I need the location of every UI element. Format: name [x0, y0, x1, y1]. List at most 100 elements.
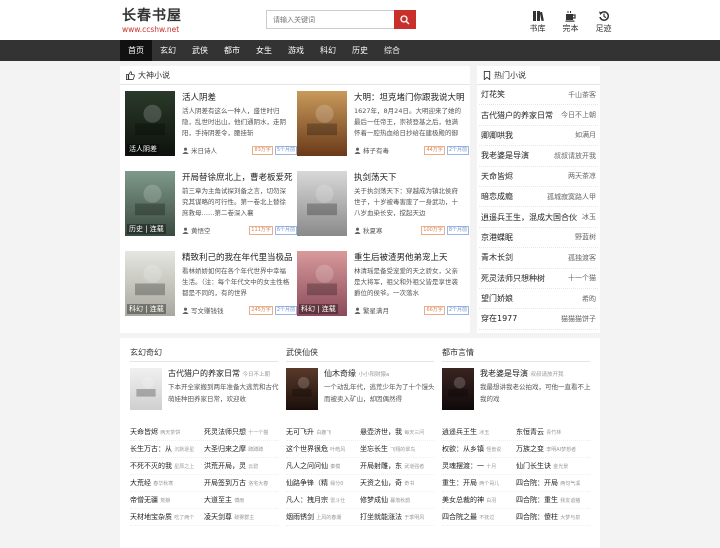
category-item[interactable]: 开局射雕，东 武道强者 [360, 461, 434, 471]
nav-item-nvsheng[interactable]: 女生 [248, 40, 280, 61]
book-card[interactable]: 大明：坦克堵门你跟我说大明 1627年，8月24日。大明迎来了她的最后一任帝王，崇… [297, 91, 469, 161]
book-cover[interactable]: 历史 | 连载 [125, 171, 175, 236]
hot-book-author[interactable]: 今日不上朝 [561, 110, 596, 120]
featured-book-title[interactable]: 我老婆是导演 叔叔请放开我 [480, 368, 564, 379]
category-item[interactable]: 开局签到万古 洛宅大春 [204, 478, 278, 488]
hot-book-author[interactable]: 叔叔请放开我 [554, 151, 596, 161]
book-card[interactable]: 活人阴差 活人阴差 活人阴差有这么一种人，盛世时归隐，乱世时出山，他们通阴水，走阴阳… [125, 91, 297, 161]
category-item[interactable]: 仙门长生诀 金光景 [516, 461, 590, 471]
category-item[interactable]: 打坐就能涨法 于季明风 [360, 512, 434, 522]
category-item[interactable]: 重生：开局 两个哥儿 [442, 478, 516, 488]
category-item[interactable]: 天命皆烬 两天茶饼 [130, 427, 204, 437]
book-author[interactable]: 柿子有毒 [363, 145, 422, 155]
book-cover[interactable] [442, 368, 474, 410]
hot-book-title[interactable]: 我老婆是导演 [481, 150, 529, 161]
category-item[interactable]: 修梦成仙 暮落秋韵 [360, 495, 434, 505]
book-card[interactable]: 历史 | 连载 开局替徐庶北上，曹老板爱死 前三章为主角试探刘备之言，切勿深究其谋略… [125, 171, 297, 241]
category-item[interactable]: 帝僧无疆 荒娘 [130, 495, 204, 505]
hot-list-item[interactable]: 望门娇娘 希昀 [479, 289, 598, 310]
hot-list-item[interactable]: 青木长剑 孤独渡客 [479, 248, 598, 269]
category-title[interactable]: 武侠仙侠 [286, 344, 434, 362]
category-item[interactable]: 天资之仙，奇 奇书 [360, 478, 434, 488]
category-item[interactable]: 无可飞升 白鹿飞 [286, 427, 360, 437]
hot-book-title[interactable]: 望门娇娘 [481, 293, 513, 304]
hot-book-title[interactable]: 天命皆烬 [481, 171, 513, 182]
hot-book-author[interactable]: 千山茶客 [568, 90, 596, 100]
hot-book-author[interactable]: 如满月 [575, 130, 596, 140]
hot-book-title[interactable]: 逍遥兵王生，混成大国合伙 [481, 212, 577, 223]
category-item[interactable]: 死灵法师只想 十一个猫 [204, 427, 278, 437]
book-author[interactable]: 米日诗人 [191, 145, 250, 155]
hot-book-title[interactable]: 京港蝶眠 [481, 232, 513, 243]
book-author[interactable]: 秋夏寒 [363, 225, 419, 235]
hot-book-author[interactable]: 十一个猫 [568, 273, 596, 283]
category-item[interactable]: 四合院：开局 两句气溪 [516, 478, 590, 488]
hot-list-item[interactable]: 暗恋成瘾 孤城寂寞路人甲 [479, 187, 598, 208]
nav-item-wuxia[interactable]: 武侠 [184, 40, 216, 61]
book-cover[interactable] [286, 368, 318, 410]
book-cover[interactable]: 活人阴差 [125, 91, 175, 156]
library-link[interactable]: 书库 [521, 10, 554, 34]
category-item[interactable]: 凡人：拽月宗 雷斗仕 [286, 495, 360, 505]
category-featured-book[interactable]: 我老婆是导演 叔叔请放开我 我最想讲我老公拍戏，可他一直看不上我的戏 [442, 368, 591, 412]
category-item[interactable]: 大道至主 傅雨 [204, 495, 278, 505]
book-cover[interactable]: 科幻 | 连载 [297, 251, 347, 316]
book-author[interactable]: 黄悟空 [191, 225, 247, 235]
category-item[interactable]: 四合院：傻柱 大梦与泉 [516, 512, 590, 522]
nav-item-zonghe[interactable]: 综合 [376, 40, 408, 61]
hot-book-author[interactable]: 孤独渡客 [568, 253, 596, 263]
hot-list-item[interactable]: 穿在1977 猫猫猫饼子 [479, 309, 598, 330]
book-card[interactable]: 科幻 | 连载 精致利己的我在年代里当极品 看林娇娇如何在各个年代世界中幸福生活。（… [125, 251, 297, 321]
book-author[interactable]: 繁星满月 [363, 305, 422, 315]
hot-book-author[interactable]: 野蓝树 [575, 232, 596, 242]
category-item[interactable]: 大圣归来之摩 蹲蹲蹲 [204, 444, 278, 454]
nav-item-home[interactable]: 首页 [120, 40, 152, 61]
category-item[interactable]: 仙路争锋（精 缘分0 [286, 478, 360, 488]
category-item[interactable]: 四合院之最 不抚过 [442, 512, 516, 522]
category-title[interactable]: 玄幻奇幻 [130, 344, 278, 362]
featured-book-title[interactable]: 仙木奇缘 小小阳财猿a [324, 368, 389, 379]
category-item[interactable]: 权欲：从乡镇 怪兽说 [442, 444, 516, 454]
category-item[interactable]: 美女总裁的神 白羽 [442, 495, 516, 505]
hot-book-title[interactable]: 灯花笑 [481, 89, 505, 100]
book-title[interactable]: 重生后被渣男他弟宠上天 [354, 251, 469, 263]
nav-item-lishi[interactable]: 历史 [344, 40, 376, 61]
category-item[interactable]: 长生万古：从 沉默逐星 [130, 444, 204, 454]
search-input[interactable] [266, 10, 394, 29]
book-cover[interactable]: 科幻 | 连载 [125, 251, 175, 316]
hot-book-author[interactable]: 孤城寂寞路人甲 [547, 192, 596, 202]
book-author[interactable]: 写文赚钱钱 [191, 305, 247, 315]
hot-list-item[interactable]: 我老婆是导演 叔叔请放开我 [479, 146, 598, 167]
category-featured-book[interactable]: 仙木奇缘 小小阳财猿a 一个动乱年代，逃荒少年为了十个馒头而被卖入矿山，却因偶然得 [286, 368, 435, 412]
completed-link[interactable]: 完本 [554, 10, 587, 34]
hot-list-item[interactable]: 古代猎户的养家日常 今日不上朝 [479, 105, 598, 126]
book-card[interactable]: 科幻 | 连载 重生后被渣男他弟宠上天 林清瑶是备受宠爱的天之骄女，父亲是大将军，祖… [297, 251, 469, 321]
hot-book-author[interactable]: 两天茶凉 [568, 171, 596, 181]
category-item[interactable]: 这个世界很危 叶皓风 [286, 444, 360, 454]
category-item[interactable]: 天材地宝杂质 吃了两个 [130, 512, 204, 522]
hot-book-author[interactable]: 猫猫猫饼子 [561, 314, 596, 324]
category-item[interactable]: 凡人之问问仙 秦模 [286, 461, 360, 471]
book-title[interactable]: 开局替徐庶北上，曹老板爱死 [182, 171, 297, 183]
hot-list-item[interactable]: 逍遥兵王生，混成大国合伙 冰玉 [479, 207, 598, 228]
nav-item-dushi[interactable]: 都市 [216, 40, 248, 61]
hot-book-author[interactable]: 希昀 [582, 294, 596, 304]
nav-item-kehuan[interactable]: 科幻 [312, 40, 344, 61]
category-item[interactable]: 悬壶济世，我 每天三问 [360, 427, 434, 437]
hot-list-item[interactable]: 天命皆烬 两天茶凉 [479, 167, 598, 187]
category-featured-book[interactable]: 古代猎户的养家日常 今日不上朝 下本开全家搬到两年准备大逃荒和古代萌娃种田养家日常… [130, 368, 279, 412]
category-title[interactable]: 都市言情 [442, 344, 590, 362]
book-title[interactable]: 活人阴差 [182, 91, 297, 103]
hot-book-title[interactable]: 卿卿哄我 [481, 130, 513, 141]
hot-list-item[interactable]: 京港蝶眠 野蓝树 [479, 228, 598, 249]
site-logo[interactable]: 长春书屋 www.ccshw.net [122, 7, 182, 34]
featured-book-title[interactable]: 古代猎户的养家日常 今日不上朝 [168, 368, 270, 379]
category-item[interactable]: 四合院：重生 我友谊猪 [516, 495, 590, 505]
book-cover[interactable] [297, 91, 347, 156]
hot-book-title[interactable]: 穿在1977 [481, 313, 517, 324]
category-item[interactable]: 烟雨锈剑 上风的春潮 [286, 512, 360, 522]
category-item[interactable]: 不死不灭的我 星辰之上 [130, 461, 204, 471]
category-item[interactable]: 洪荒开局，灵 云碧 [204, 461, 278, 471]
search-button[interactable] [394, 10, 416, 29]
category-item[interactable]: 东恒青云 青竹林 [516, 427, 590, 437]
